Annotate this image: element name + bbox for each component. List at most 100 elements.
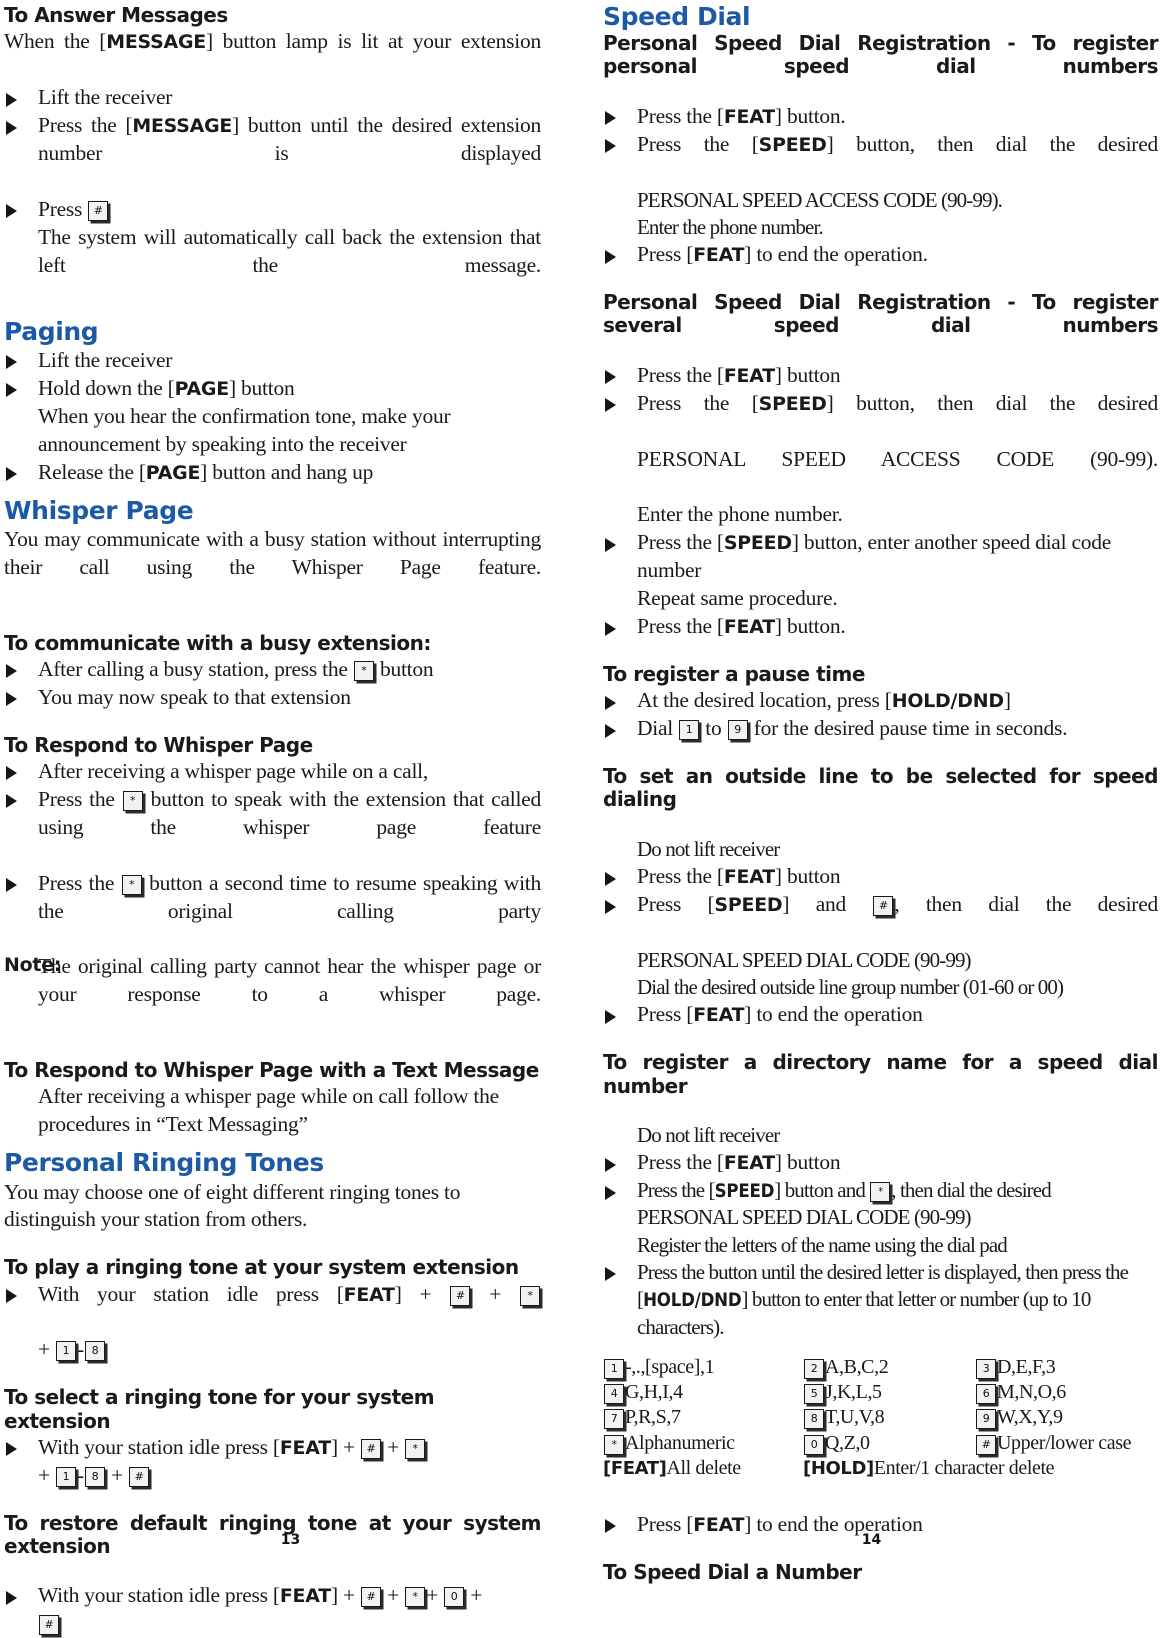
- bullet-triangle-icon: [6, 355, 17, 370]
- list-item: Enter the phone number.: [637, 502, 843, 527]
- plus-sign: +: [111, 1462, 123, 1487]
- letter-map-text: -,.,[space],1: [625, 1355, 715, 1378]
- letter-map-text: Q,Z,0: [825, 1431, 870, 1454]
- list-item: Release the [PAGE] button and hang up: [4, 459, 541, 487]
- list-item-label: Press the [: [637, 131, 759, 156]
- list-item-label: After receiving a whisper page while on …: [38, 758, 429, 783]
- list-item: Do not lift receiver: [637, 1122, 780, 1147]
- list-item-label-tail: button a second time to resume speaking …: [38, 870, 542, 923]
- letter-map-cell: # Upper/lower case: [975, 1431, 1158, 1456]
- bullet-triangle-icon: [605, 111, 616, 126]
- keycap-7-icon: 7: [604, 1409, 624, 1430]
- feat-button-label: FEAT: [693, 1004, 745, 1027]
- list-item-label: Hold down the [: [38, 375, 175, 400]
- list-item: With your station idle press [FEAT] + # …: [4, 1281, 541, 1337]
- list-item-label: Dial: [637, 716, 674, 741]
- keycap-star-icon: *: [121, 874, 142, 895]
- list-item: Press the [MESSAGE] button until the des…: [4, 112, 541, 196]
- letter-map-cell: [FEAT]All delete: [603, 1456, 803, 1481]
- intro-text-a: When the [: [4, 29, 107, 54]
- keycap-star-icon: *: [405, 1438, 426, 1459]
- list-item-label: Press the: [38, 786, 115, 811]
- letter-map-cell: 5 J,K,L,5: [803, 1380, 975, 1405]
- letter-map-text: D,E,F,3: [997, 1355, 1056, 1378]
- plus-sign: +: [38, 1337, 50, 1362]
- list-item: Press the [FEAT] button: [603, 863, 1158, 891]
- keycap-star-icon: *: [353, 660, 374, 681]
- heading-personal-ringing-tones: Personal Ringing Tones: [4, 1148, 324, 1178]
- range-to: to: [705, 716, 722, 741]
- list-item: You may now speak to that extension: [4, 684, 541, 712]
- list-item-label: You may now speak to that extension: [38, 684, 351, 709]
- letter-map-cell: 4 G,H,I,4: [603, 1380, 803, 1405]
- list-item: Repeat same procedure.: [637, 586, 838, 611]
- bullet-triangle-icon: [6, 664, 17, 679]
- list-item-label-tail: ] button: [774, 362, 841, 387]
- bullet-triangle-icon: [605, 370, 616, 385]
- heading-respond-whisper-text-message: To Respond to Whisper Page with a Text M…: [4, 1058, 539, 1083]
- dial-pad-letter-map-table: 1 -,.,[space],1 2 A,B,C,2 3 D,E,F,3 4 G,H,I,…: [603, 1355, 1158, 1481]
- list-item: When you hear the confirmation tone, mak…: [38, 403, 451, 456]
- keycap-8-icon: 8: [84, 1466, 105, 1487]
- heading-register-several-speed-dial: Personal Speed Dial Registration - To re…: [603, 290, 1159, 338]
- plus-sign: +: [387, 1583, 399, 1608]
- heading-register-pause-time: To register a pause time: [603, 662, 865, 687]
- list-item-label: Press the [: [637, 390, 759, 415]
- letter-map-cell: * Alphanumeric: [603, 1431, 803, 1456]
- list-item-label: Release the [: [38, 459, 146, 484]
- plus-sign: +: [426, 1583, 439, 1608]
- letter-map-cell: 2 A,B,C,2: [803, 1355, 975, 1380]
- document-spread: To Answer Messages When the [MESSAGE] bu…: [0, 0, 1162, 1636]
- heading-to-answer-messages: To Answer Messages: [4, 3, 228, 27]
- keycap-1-icon: 1: [56, 1466, 77, 1487]
- whisper-page-intro: You may communicate with a busy station …: [4, 526, 541, 579]
- bullet-triangle-icon: [6, 1442, 17, 1457]
- list-item: Press [FEAT] to end the operation.: [603, 241, 1158, 269]
- message-button-label: MESSAGE: [132, 115, 233, 137]
- keycap-0-icon: 0: [444, 1587, 465, 1608]
- list-item-label-tail: ] button: [774, 864, 841, 889]
- list-item-label-tail: ] button.: [774, 614, 846, 639]
- bullet-triangle-icon: [6, 120, 17, 135]
- keycap-star-icon: *: [870, 1182, 891, 1203]
- list-item: Press the * button a second time to resu…: [4, 870, 541, 954]
- speed-dial-code-note: PERSONAL SPEED DIAL CODE (90-99): [637, 947, 972, 972]
- hold-dnd-button-label: HOLD/DND: [643, 1290, 742, 1312]
- list-item-label: After calling a busy station, press the: [38, 656, 348, 681]
- bullet-triangle-icon: [605, 249, 616, 264]
- list-item-label: With your station idle press [: [38, 1281, 344, 1306]
- letter-map-body: 1 -,.,[space],1 2 A,B,C,2 3 D,E,F,3 4 G,H,I,…: [603, 1355, 1158, 1481]
- keycap-3-icon: 3: [976, 1358, 996, 1379]
- answer-messages-intro: When the [MESSAGE] button lamp is lit at…: [4, 28, 541, 84]
- select-ringing-tone-line2: + 1-8 + #: [4, 1462, 541, 1490]
- bullet-triangle-icon: [6, 1289, 17, 1304]
- speed-access-code-note: PERSONAL SPEED ACCESS CODE (90-99).: [637, 446, 1158, 471]
- list-item: After receiving a whisper page while on …: [4, 758, 541, 786]
- speed-button-label: SPEED: [758, 392, 827, 415]
- bullet-triangle-icon: [605, 1185, 616, 1200]
- intro-text-c: ] button lamp is lit at your extension: [206, 29, 541, 54]
- list-item: Do not lift receiver: [637, 836, 780, 861]
- list-item: Enter the phone number.: [637, 214, 824, 239]
- list-item-label-tail: for the desired pause time in seconds.: [753, 716, 1068, 741]
- keycap-1-icon: 1: [604, 1358, 624, 1379]
- bullet-triangle-icon: [605, 899, 616, 914]
- list-item: Press the [SPEED] button, then dial the …: [603, 390, 1158, 446]
- speed-dial-code-note: PERSONAL SPEED DIAL CODE (90-99): [637, 1205, 972, 1230]
- list-item-label: With your station idle press [: [38, 1583, 280, 1608]
- table-row: 1 -,.,[space],1 2 A,B,C,2 3 D,E,F,3: [603, 1355, 1158, 1380]
- table-row: 4 G,H,I,4 5 J,K,L,5 6 M,N,O,6: [603, 1380, 1158, 1405]
- keycap-hash-icon: #: [39, 1615, 59, 1636]
- plus-sign: +: [38, 1462, 50, 1487]
- page-button-label: PAGE: [174, 377, 230, 400]
- list-item-label-mid: ] button and: [774, 1178, 866, 1203]
- plus-sign: +: [489, 1281, 502, 1306]
- letter-map-cell: 1 -,.,[space],1: [603, 1355, 803, 1380]
- note-label: Note:: [4, 954, 62, 977]
- letter-map-text: All delete: [666, 1456, 741, 1479]
- bullet-triangle-icon: [605, 871, 616, 886]
- feat-button-label: FEAT: [279, 1436, 331, 1459]
- list-item: Press [FEAT] to end the operation: [603, 1001, 1158, 1029]
- letter-map-text: Alphanumeric: [625, 1431, 735, 1454]
- list-item: Dial 1 to 9 for the desired pause time i…: [603, 715, 1158, 743]
